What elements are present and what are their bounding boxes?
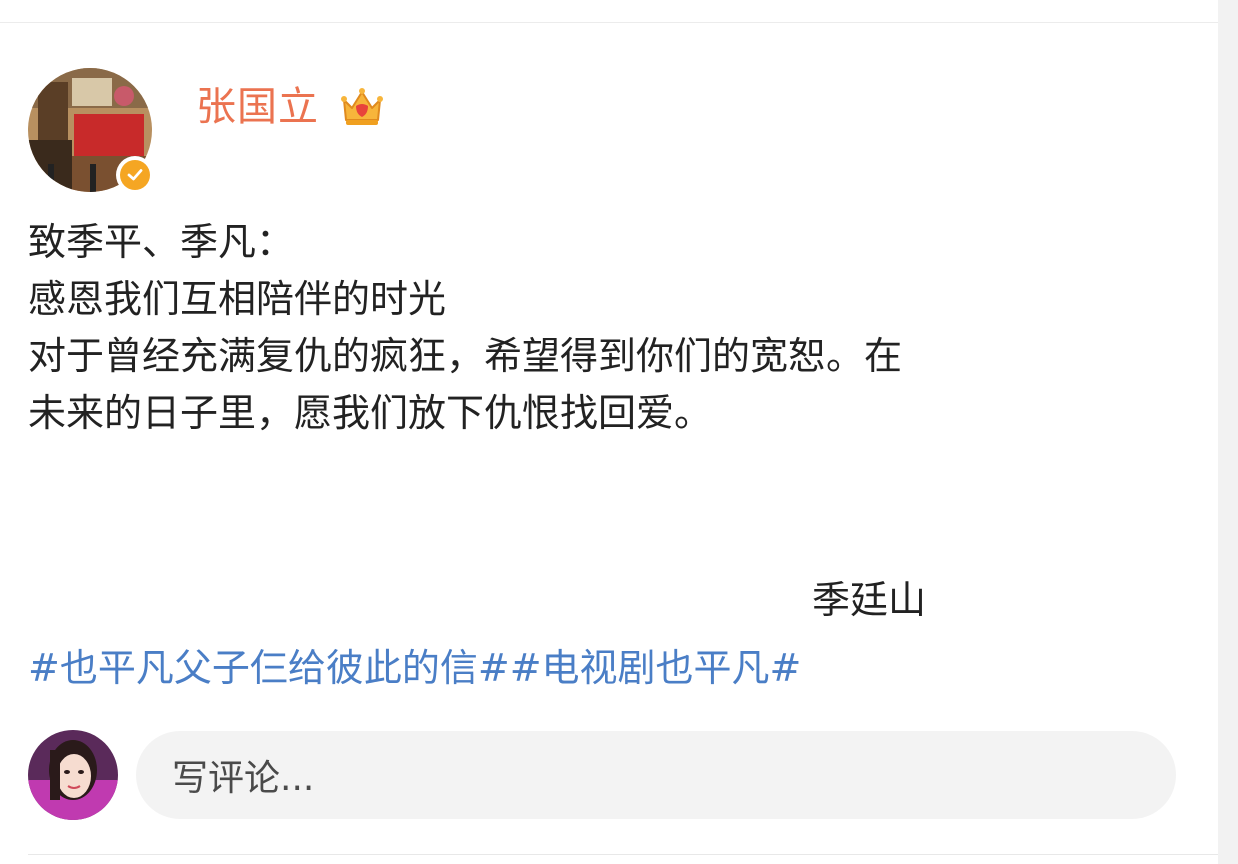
comment-placeholder: 写评论... bbox=[172, 758, 315, 799]
hashtag-row: #也平凡父子仨给彼此的信##电视剧也平凡# bbox=[28, 640, 801, 697]
current-user-avatar-image bbox=[28, 730, 118, 820]
verified-icon bbox=[116, 156, 154, 194]
current-user-avatar[interactable] bbox=[28, 730, 118, 820]
scrollbar-track[interactable] bbox=[1218, 0, 1238, 864]
top-divider bbox=[0, 22, 1218, 23]
post-content: 致季平、季凡： 感恩我们互相陪伴的时光 对于曾经充满复仇的疯狂，希望得到你们的宽… bbox=[28, 214, 1178, 442]
hashtag-link[interactable]: #电视剧也平凡# bbox=[510, 646, 802, 690]
post-line: 未来的日子里，愿我们放下仇恨找回爱。 bbox=[28, 391, 713, 435]
author-name[interactable]: 张国立 bbox=[196, 82, 319, 132]
post-line: 对于曾经充满复仇的疯狂，希望得到你们的宽恕。在 bbox=[28, 334, 903, 378]
bottom-divider bbox=[28, 854, 1218, 855]
weibo-post-page: 张国立 致季平、季凡： 感恩我们互相陪伴的时光 对于曾经充满复仇的疯狂，希望得到… bbox=[0, 0, 1238, 864]
post-line: 致季平、季凡： bbox=[28, 220, 295, 264]
comment-input[interactable]: 写评论... bbox=[136, 731, 1176, 819]
post-line: 感恩我们互相陪伴的时光 bbox=[28, 277, 447, 321]
hashtag-link[interactable]: #也平凡父子仨给彼此的信# bbox=[28, 646, 510, 690]
crown-icon[interactable] bbox=[340, 86, 384, 128]
post-signature: 季廷山 bbox=[812, 578, 927, 622]
